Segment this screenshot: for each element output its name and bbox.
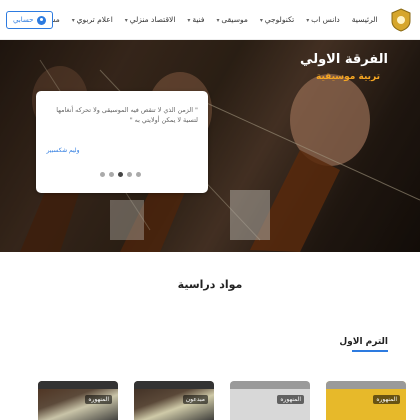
account-button[interactable]: حسابي [6,11,53,29]
user-icon [36,15,46,25]
section-title: مواد دراسية [177,278,243,291]
top-navbar: الرئيسيةدانس ابتكنولوجيموسيقىفنيةالاقتصا… [0,0,420,40]
card-tag: المنهوره [85,395,112,404]
quote-author-link[interactable]: وليم شكسبير [36,147,90,154]
carousel-dot[interactable] [100,172,105,177]
nav-item-5[interactable]: الاقتصاد منزلي [119,15,182,24]
nav-item-4[interactable]: فنية [181,15,210,24]
card-tag: المنهوره [373,395,400,404]
nav-item-2[interactable]: تكنولوجي [254,15,300,24]
course-card[interactable]: المنهوره [38,381,118,420]
hero-title: الفرقة الاولي [300,52,388,67]
nav-item-3[interactable]: موسيقى [210,15,253,24]
card-cover-band [326,381,406,389]
course-card[interactable]: المنهوره [326,381,406,420]
card-cover-band [230,381,310,389]
carousel-dot[interactable] [136,172,141,177]
nav-item-6[interactable]: اعلام تربوي [66,15,119,24]
nav-menu: الرئيسيةدانس ابتكنولوجيموسيقىفنيةالاقتصا… [0,15,384,24]
term-underline [352,350,388,352]
account-label: حسابي [13,16,34,24]
term-title: الترم الاول [339,337,388,347]
quote-text: " الزمن الذي لا تنقص فيه الموسيقى ولا تح… [56,106,198,124]
course-card[interactable]: مبدعون [134,381,214,420]
card-tag: المنهوره [277,395,304,404]
course-card[interactable]: المنهوره [230,381,310,420]
card-cover-band [38,381,118,389]
carousel-dot[interactable] [118,172,123,177]
carousel-dot[interactable] [109,172,114,177]
site-logo[interactable] [390,7,412,33]
card-cover-band [134,381,214,389]
course-cards: المنهوره مبدعون المنهوره المنهوره [38,381,406,420]
nav-item-1[interactable]: دانس اب [300,15,346,24]
nav-item-0[interactable]: الرئيسية [346,15,384,24]
card-tag: مبدعون [182,395,208,404]
carousel-dot[interactable] [127,172,132,177]
carousel-indicators [100,172,141,177]
quote-card: " الزمن الذي لا تنقص فيه الموسيقى ولا تح… [36,91,208,193]
hero-subtitle: تربية موسيقية [316,72,380,82]
